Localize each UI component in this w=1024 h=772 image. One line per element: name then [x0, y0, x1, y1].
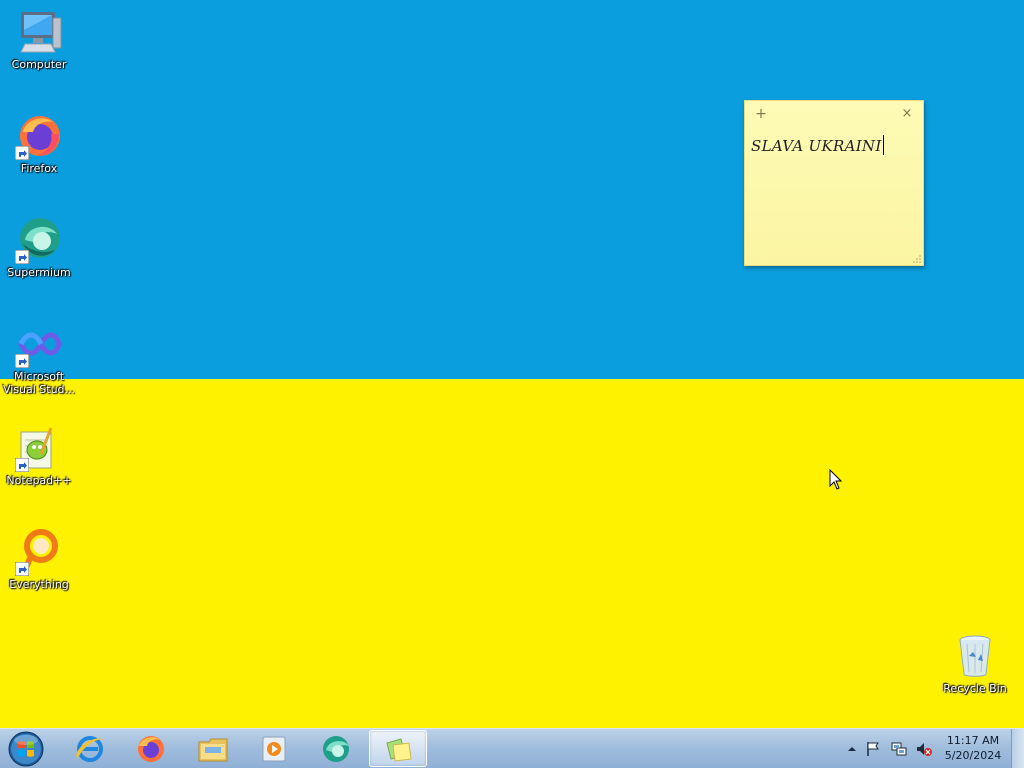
- action-center-flag-icon: [867, 742, 879, 756]
- action-center-button[interactable]: [864, 740, 882, 758]
- close-note-button[interactable]: ×: [899, 106, 915, 122]
- sticky-note[interactable]: + × SLAVA UKRAINI: [744, 100, 924, 266]
- shortcut-arrow-icon: [15, 458, 29, 472]
- clock-date: 5/20/2024: [944, 749, 1002, 762]
- desktop-icon-computer[interactable]: Computer: [1, 8, 77, 71]
- internet-explorer-icon: [76, 736, 104, 762]
- desktop-icon-label: Recycle Bin: [943, 682, 1007, 695]
- text-caret: [882, 135, 884, 155]
- supermium-icon: [15, 216, 63, 264]
- file-explorer-icon: [198, 738, 228, 762]
- desktop-icon-label: Firefox: [20, 162, 58, 175]
- computer-icon: [15, 8, 63, 56]
- taskbar-media-player-button[interactable]: [245, 730, 303, 767]
- show-hidden-icons-button[interactable]: [843, 740, 861, 758]
- show-desktop-button[interactable]: [1011, 729, 1024, 768]
- show-hidden-icons-icon: [848, 747, 856, 751]
- taskbar-firefox-button[interactable]: [122, 730, 180, 767]
- taskbar-file-explorer-button[interactable]: [184, 730, 242, 767]
- firefox-icon: [15, 112, 63, 160]
- taskbar-supermium-button[interactable]: [307, 730, 365, 767]
- taskbar-internet-explorer-button[interactable]: [61, 730, 119, 767]
- desktop-icon-label: Computer: [11, 58, 67, 71]
- recycle-bin-icon: [951, 632, 999, 680]
- desktop-icon-firefox[interactable]: Firefox: [1, 112, 77, 175]
- add-note-button[interactable]: +: [753, 106, 769, 122]
- resize-grip-icon[interactable]: [913, 255, 921, 263]
- sticky-note-text: SLAVA UKRAINI: [751, 137, 882, 155]
- shortcut-arrow-icon: [15, 354, 29, 368]
- desktop-icon-recycle-bin[interactable]: Recycle Bin: [937, 632, 1013, 695]
- everything-icon: [15, 528, 63, 576]
- desktop[interactable]: Computer Firefox Supermium Microsoft Vis…: [0, 0, 1024, 768]
- taskbar: 11:17 AM 5/20/2024: [0, 728, 1024, 768]
- desktop-icon-notepad-plus-plus[interactable]: Notepad++: [1, 424, 77, 487]
- shortcut-arrow-icon: [15, 146, 29, 160]
- network-button[interactable]: [890, 740, 908, 758]
- desktop-icon-label: Notepad++: [6, 474, 72, 487]
- shortcut-arrow-icon: [15, 562, 29, 576]
- desktop-icon-label: Microsoft Visual Stud...: [2, 370, 76, 396]
- start-orb-icon: [8, 731, 44, 767]
- desktop-icon-supermium[interactable]: Supermium: [1, 216, 77, 279]
- start-button[interactable]: [6, 730, 46, 768]
- system-clock[interactable]: 11:17 AM 5/20/2024: [938, 733, 1008, 763]
- sticky-notes-icon: [386, 738, 412, 762]
- sticky-note-text-area[interactable]: SLAVA UKRAINI: [751, 135, 884, 155]
- firefox-icon: [138, 736, 164, 762]
- volume-button[interactable]: [915, 740, 933, 758]
- desktop-icon-label: Supermium: [7, 266, 71, 279]
- desktop-icon-label: Everything: [9, 578, 69, 591]
- supermium-icon: [323, 736, 349, 762]
- clock-time: 11:17 AM: [946, 734, 1000, 747]
- notepad-plus-plus-icon: [15, 424, 63, 472]
- desktop-icon-visual-studio[interactable]: Microsoft Visual Stud...: [1, 320, 77, 396]
- mouse-cursor-icon: [829, 469, 843, 490]
- network-icon: [891, 742, 907, 756]
- media-player-icon: [262, 736, 286, 762]
- desktop-icon-everything[interactable]: Everything: [1, 528, 77, 591]
- taskbar-sticky-notes-button[interactable]: [369, 730, 427, 767]
- shortcut-arrow-icon: [15, 250, 29, 264]
- volume-muted-icon: [917, 743, 932, 756]
- wallpaper-yellow-band: [0, 379, 1024, 728]
- visual-studio-icon: [15, 320, 63, 368]
